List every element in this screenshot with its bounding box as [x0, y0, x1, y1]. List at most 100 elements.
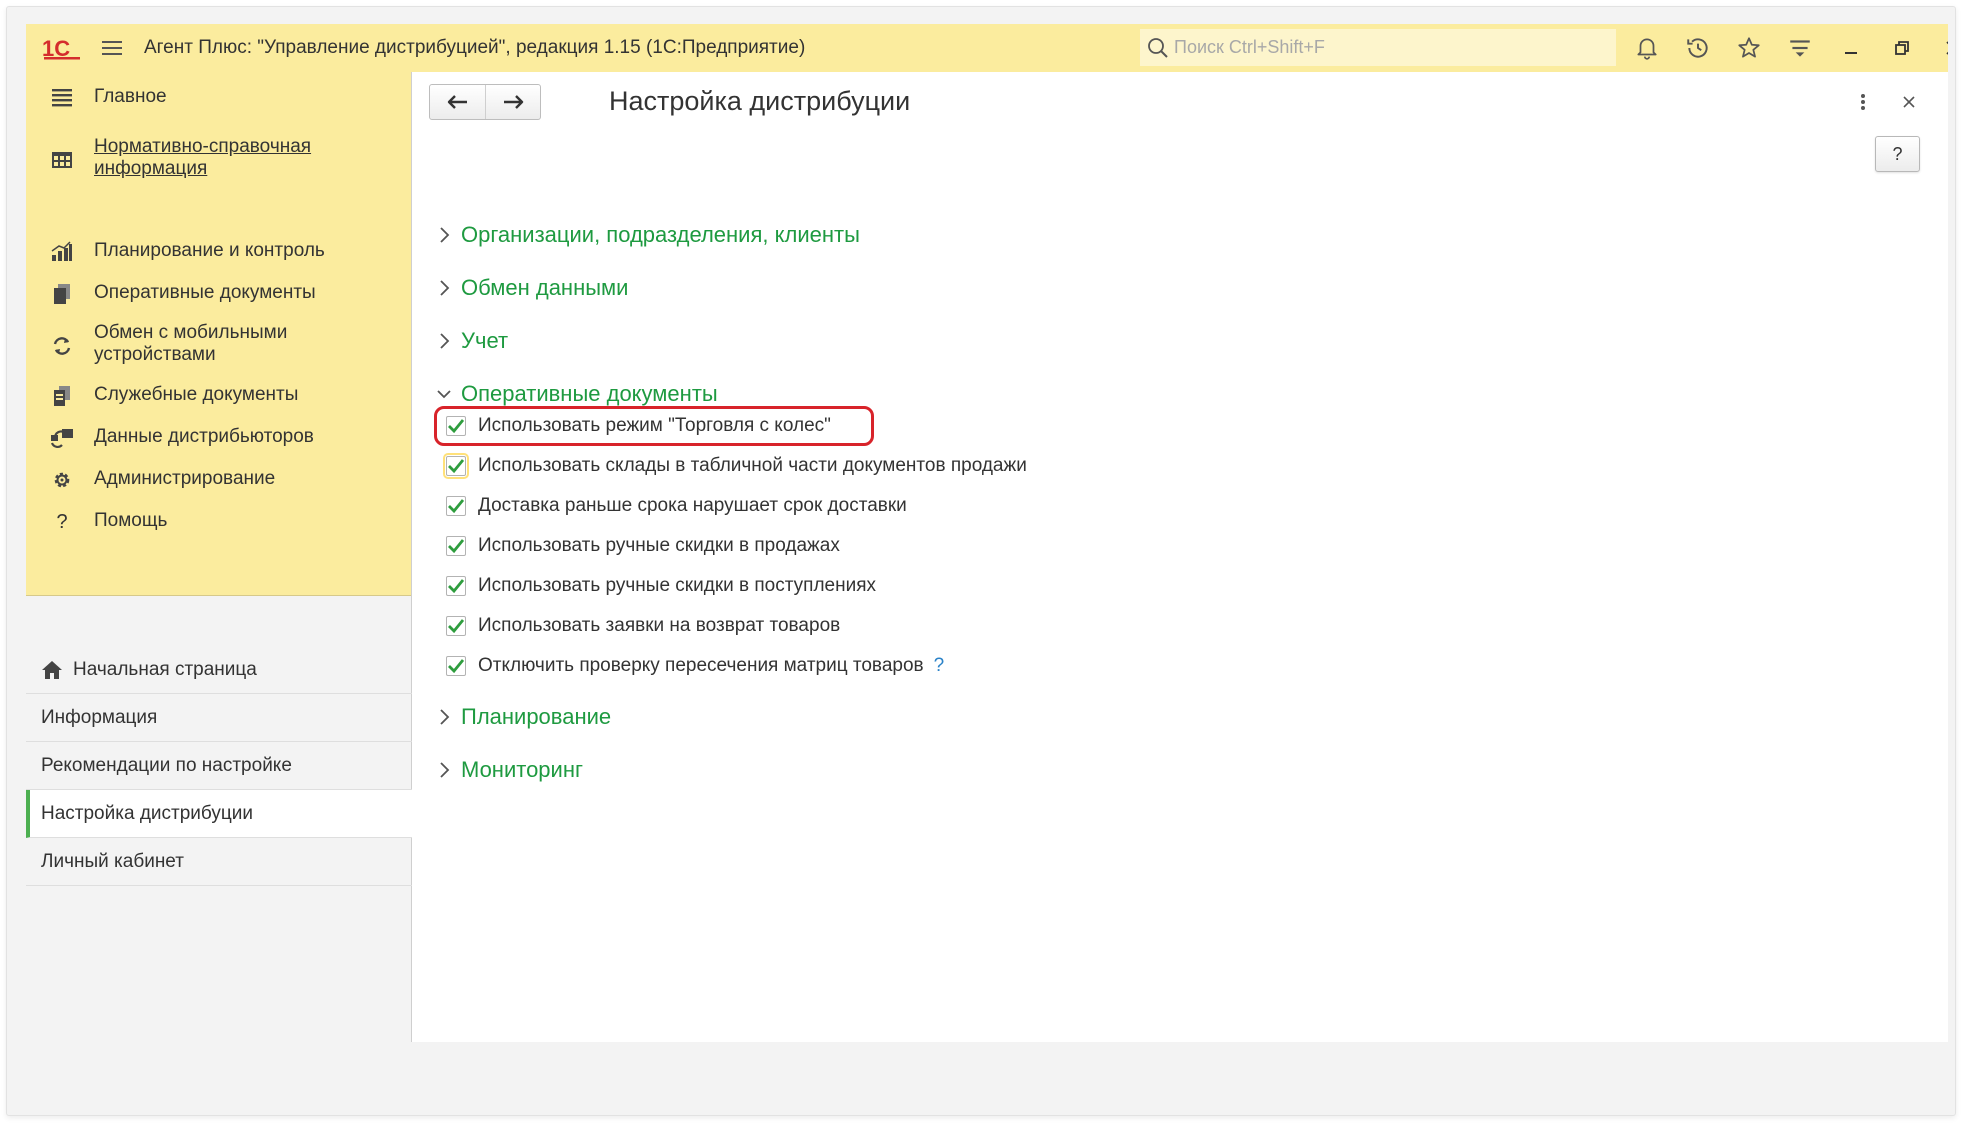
open-page-label: Личный кабинет — [41, 850, 184, 872]
sidebar: Главное Нормативно-справочная информация — [26, 72, 412, 1042]
window-title: Агент Плюс: "Управление дистрибуцией", р… — [144, 37, 806, 58]
option-return-requests[interactable]: Использовать заявки на возврат товаров — [446, 611, 840, 641]
section-label: Главное — [94, 86, 167, 107]
group-title: Мониторинг — [461, 757, 584, 782]
group-planning[interactable]: Планирование — [435, 704, 611, 730]
option-disable-matrix-check[interactable]: Отключить проверку пересечения матриц то… — [446, 651, 944, 681]
open-page-label: Начальная страница — [73, 658, 257, 680]
1c-logo-icon: 1С — [40, 24, 84, 72]
open-page-recommendations[interactable]: Рекомендации по настройке — [26, 742, 412, 790]
section-planning[interactable]: Планирование и контроль — [26, 238, 412, 274]
history-button[interactable] — [1672, 24, 1723, 72]
notifications-button[interactable] — [1621, 24, 1672, 72]
checkbox[interactable] — [446, 416, 466, 436]
close-icon — [1903, 96, 1915, 108]
open-page-personal-account[interactable]: Личный кабинет — [26, 838, 412, 886]
sync-icon — [48, 332, 76, 360]
restore-button[interactable] — [1876, 24, 1927, 72]
checkbox[interactable] — [446, 656, 466, 676]
minimize-button[interactable] — [1825, 24, 1876, 72]
restore-icon — [1894, 41, 1909, 55]
help-button[interactable]: ? — [1875, 136, 1920, 172]
open-page-label: Рекомендации по настройке — [41, 754, 292, 776]
section-reference-info[interactable]: Нормативно-справочная информация — [26, 136, 412, 186]
checkmark-icon — [448, 499, 465, 514]
section-label: Служебные документы — [94, 384, 299, 405]
option-label: Отключить проверку пересечения матриц то… — [478, 655, 924, 676]
group-title: Организации, подразделения, клиенты — [461, 222, 860, 247]
search-input[interactable] — [1174, 37, 1614, 58]
table-icon — [48, 146, 76, 174]
checkbox[interactable] — [446, 616, 466, 636]
checkmark-icon — [448, 459, 465, 474]
section-administration[interactable]: Администрирование — [26, 466, 412, 502]
option-label: Использовать ручные скидки в поступления… — [478, 575, 876, 596]
chevron-down-icon — [435, 382, 453, 406]
checkmark-icon — [448, 539, 465, 554]
forward-button[interactable] — [485, 85, 540, 119]
option-manual-discounts-receipts[interactable]: Использовать ручные скидки в поступления… — [446, 571, 876, 601]
favorites-button[interactable] — [1723, 24, 1774, 72]
section-help[interactable]: ? Помощь — [26, 508, 412, 544]
star-icon — [1737, 37, 1760, 58]
option-van-selling[interactable]: Использовать режим "Торговля с колес" — [446, 411, 831, 441]
section-operational-docs[interactable]: Оперативные документы — [26, 280, 412, 316]
content-area: Настройка дистрибуции ? Организации, под… — [413, 72, 1948, 1042]
option-hint-link[interactable]: ? — [934, 655, 945, 677]
group-title: Оперативные документы — [461, 381, 718, 406]
minimize-icon — [1844, 52, 1857, 54]
section-label: Администрирование — [94, 468, 276, 489]
functions-button[interactable] — [1774, 24, 1825, 72]
option-label: Использовать заявки на возврат товаров — [478, 615, 841, 636]
section-service-docs[interactable]: Служебные документы — [26, 382, 412, 418]
arrow-right-icon — [504, 95, 524, 109]
chevron-right-icon — [435, 329, 453, 353]
checkmark-icon — [448, 579, 465, 594]
option-early-delivery[interactable]: Доставка раньше срока нарушает срок дост… — [446, 491, 907, 521]
chart-icon — [48, 238, 76, 266]
group-monitoring[interactable]: Мониторинг — [435, 757, 583, 783]
open-page-distribution-settings[interactable]: Настройка дистрибуции — [26, 790, 412, 838]
checkmark-icon — [448, 619, 465, 634]
group-accounting[interactable]: Учет — [435, 328, 508, 354]
open-page-label: Настройка дистрибуции — [41, 802, 253, 824]
app-window: 1С Агент Плюс: "Управление дистрибуцией"… — [26, 24, 1948, 1042]
logo-text: 1С — [42, 36, 70, 60]
section-label: Нормативно-справочная информация — [94, 136, 312, 179]
option-warehouses-in-sales[interactable]: Использовать склады в табличной части до… — [443, 451, 1027, 481]
section-distributor-data[interactable]: Данные дистрибьюторов — [26, 424, 412, 460]
back-button[interactable] — [430, 85, 485, 119]
hamburger-icon — [102, 41, 122, 55]
checkbox[interactable] — [446, 536, 466, 556]
option-label: Использовать режим "Торговля с колес" — [478, 415, 831, 436]
open-page-information[interactable]: Информация — [26, 694, 412, 742]
documents-icon — [48, 280, 76, 308]
checkbox[interactable] — [446, 576, 466, 596]
more-actions-button[interactable] — [1853, 90, 1873, 114]
option-label: Использовать ручные скидки в продажах — [478, 535, 840, 556]
group-organizations[interactable]: Организации, подразделения, клиенты — [435, 222, 860, 248]
help-icon: ? — [56, 510, 68, 533]
section-label: Данные дистрибьюторов — [94, 426, 314, 447]
group-title: Планирование — [461, 704, 612, 729]
service-docs-icon — [48, 382, 76, 410]
checkbox[interactable] — [443, 453, 469, 479]
open-page-home[interactable]: Начальная страница — [26, 646, 412, 694]
group-operational-documents[interactable]: Оперативные документы — [435, 381, 718, 407]
navigation-buttons — [429, 84, 541, 120]
chevron-right-icon — [435, 223, 453, 247]
close-form-button[interactable] — [1897, 90, 1921, 114]
option-label: Использовать склады в табличной части до… — [478, 455, 1027, 476]
section-main[interactable]: Главное — [26, 84, 412, 120]
history-icon — [1686, 38, 1708, 58]
group-data-exchange[interactable]: Обмен данными — [435, 275, 628, 301]
checkbox[interactable] — [446, 496, 466, 516]
section-mobile-exchange[interactable]: Обмен с мобильными устройствами — [26, 322, 412, 372]
close-window-button[interactable] — [1927, 24, 1948, 72]
option-manual-discounts-sales[interactable]: Использовать ручные скидки в продажах — [446, 531, 840, 561]
page-title: Настройка дистрибуции — [609, 86, 911, 116]
chevron-right-icon — [435, 758, 453, 782]
funnel-icon — [1789, 40, 1810, 57]
main-menu-button[interactable] — [92, 24, 132, 72]
global-search[interactable] — [1140, 29, 1616, 66]
